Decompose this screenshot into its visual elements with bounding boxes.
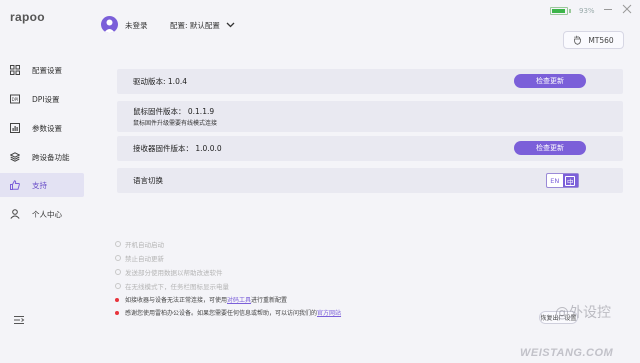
- pairing-tool-link[interactable]: 对码工具: [227, 295, 251, 304]
- alert-dot-icon: [115, 297, 119, 302]
- sidebar-item-label: 个人中心: [32, 209, 62, 219]
- firmware-note: 鼠标固件升级需要有线模式连接: [133, 120, 218, 127]
- sidebar-item-label: 配置设置: [32, 65, 62, 75]
- receiver-check-update-button[interactable]: 检查更新: [514, 141, 586, 155]
- firmware-version-label: 鼠标固件版本： 0.1.1.9: [133, 107, 215, 116]
- driver-version-label: 驱动版本: 1.0.4: [133, 77, 187, 86]
- radio-icon[interactable]: [115, 241, 121, 247]
- battery-icon: [550, 6, 568, 15]
- watermark-site: WEISTANG.COM: [520, 347, 614, 359]
- official-website-link[interactable]: 官方网站: [317, 308, 341, 317]
- battery-tip: [569, 8, 571, 13]
- language-toggle[interactable]: EN 中: [546, 173, 579, 188]
- sidebar: rapoo 配置设置 DPI DPI设置 参数设置 跨设备功能 支持 个人中心: [0, 0, 92, 363]
- language-card: 语言切换 EN 中: [117, 168, 623, 193]
- user-icon: [104, 19, 115, 33]
- radio-icon[interactable]: [115, 269, 121, 275]
- rapoo-logo: rapoo: [10, 10, 45, 24]
- lang-en-option[interactable]: EN: [547, 174, 563, 187]
- person-icon: [10, 209, 20, 219]
- receiver-version-card: 接收器固件版本： 1.0.0.0 检查更新: [117, 136, 623, 161]
- sidebar-item-profile[interactable]: 个人中心: [0, 202, 84, 226]
- sidebar-item-label: DPI设置: [32, 94, 60, 104]
- driver-version-card: 驱动版本: 1.0.4 检查更新: [117, 69, 623, 94]
- battery-indicator: 93%: [550, 4, 612, 17]
- mouse-icon: [574, 35, 582, 45]
- option-tray-battery[interactable]: 在无线模式下，任务栏图标显示电量: [115, 281, 229, 291]
- minimize-icon[interactable]: [604, 9, 612, 10]
- grid-icon: [10, 65, 20, 75]
- dpi-icon: DPI: [10, 94, 20, 104]
- sidebar-item-label: 支持: [32, 180, 47, 190]
- login-status[interactable]: 未登录: [125, 20, 148, 31]
- option-label: 禁止自动更新: [125, 255, 164, 263]
- receiver-version-label: 接收器固件版本： 1.0.0.0: [133, 144, 222, 153]
- sidebar-item-label: 跨设备功能: [32, 152, 70, 162]
- battery-percent: 93%: [579, 6, 595, 15]
- note-text: 进行重新配置: [251, 297, 288, 304]
- note-text: 如接收器与设备无法正常连接，可使用: [125, 297, 228, 304]
- sidebar-item-label: 参数设置: [32, 123, 62, 133]
- battery-level-fill: [552, 8, 566, 13]
- close-icon[interactable]: [622, 4, 632, 14]
- language-label: 语言切换: [133, 176, 163, 185]
- alert-dot-icon: [115, 310, 119, 315]
- sidebar-item-dpi[interactable]: DPI DPI设置: [0, 87, 84, 111]
- radio-icon[interactable]: [115, 255, 121, 261]
- option-send-usage-data[interactable]: 发送部分使用数据以帮助改进软件: [115, 267, 223, 277]
- website-note: 感谢您使用雷柏办公设备。如果您需要任何信息或帮助，可以访问我们的 官方网站: [115, 308, 341, 317]
- device-selector-button[interactable]: MT560: [563, 31, 624, 49]
- option-auto-start[interactable]: 开机自动启动: [115, 239, 164, 249]
- option-disable-auto-update[interactable]: 禁止自动更新: [115, 253, 164, 263]
- driver-check-update-button[interactable]: 检查更新: [514, 74, 586, 88]
- thumbs-up-icon: [10, 180, 20, 190]
- note-text: 感谢您使用雷柏办公设备。如果您需要任何信息或帮助，可以访问我们的: [125, 310, 318, 317]
- sidebar-item-params[interactable]: 参数设置: [0, 116, 84, 140]
- sidebar-item-support[interactable]: 支持: [0, 173, 84, 197]
- sidebar-item-cross-device[interactable]: 跨设备功能: [0, 145, 84, 169]
- firmware-version-card: 鼠标固件版本： 0.1.1.9 鼠标固件升级需要有线模式连接: [117, 101, 623, 132]
- layers-icon: [10, 152, 20, 162]
- option-label: 开机自动启动: [125, 241, 164, 249]
- sidebar-item-config[interactable]: 配置设置: [0, 58, 84, 82]
- lang-zh-label: 中: [565, 175, 576, 186]
- menu-collapse-icon[interactable]: [13, 315, 25, 325]
- avatar[interactable]: [101, 16, 118, 33]
- pairing-note: 如接收器与设备无法正常连接，可使用 对码工具 进行重新配置: [115, 295, 287, 304]
- device-name: MT560: [588, 35, 614, 45]
- option-label: 发送部分使用数据以帮助改进软件: [125, 269, 223, 277]
- config-selector-label[interactable]: 配置: 默认配置: [170, 20, 220, 31]
- option-label: 在无线模式下，任务栏图标显示电量: [125, 283, 229, 291]
- watermark-text: @外设控: [555, 305, 611, 321]
- radio-icon[interactable]: [115, 283, 121, 289]
- chart-icon: [10, 123, 20, 133]
- lang-zh-option[interactable]: 中: [562, 174, 578, 187]
- chevron-down-icon[interactable]: [226, 22, 235, 28]
- svg-text:DPI: DPI: [12, 97, 19, 102]
